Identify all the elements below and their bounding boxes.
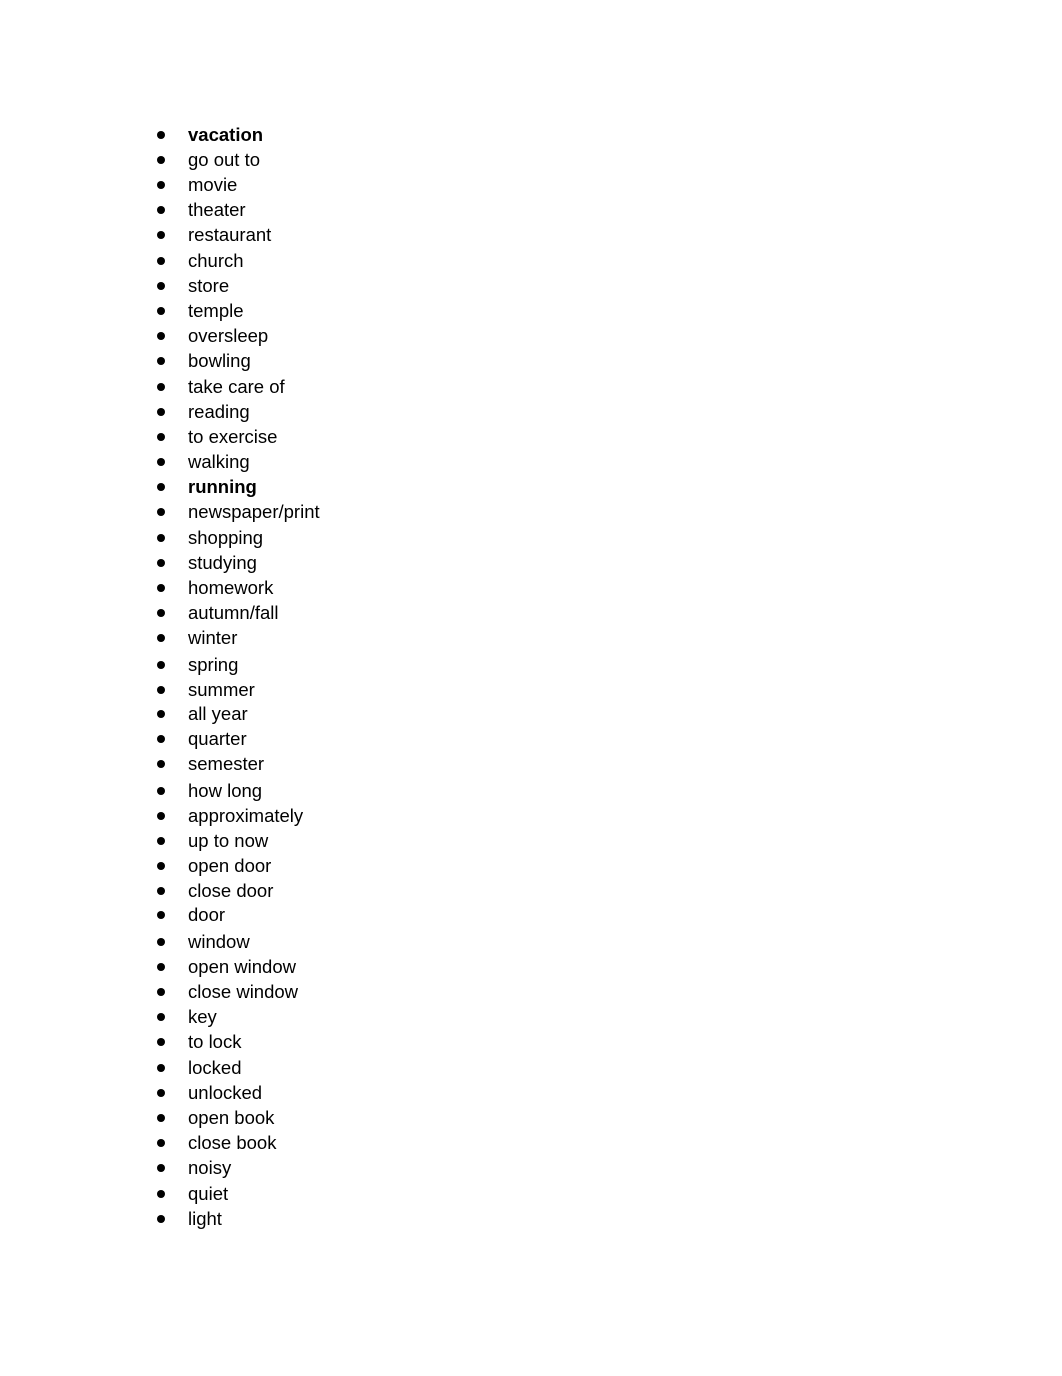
bullet-icon bbox=[157, 1089, 165, 1097]
list-item-text: vacation bbox=[188, 124, 264, 145]
list-item-text: semester bbox=[188, 753, 265, 774]
bullet-icon bbox=[157, 1139, 165, 1147]
bullet-icon bbox=[157, 1164, 165, 1172]
bullet-icon bbox=[157, 787, 165, 795]
bullet-icon bbox=[157, 458, 165, 466]
list-item-text: open window bbox=[188, 956, 296, 977]
list-item-text: spring bbox=[188, 654, 239, 675]
list-item-text: reading bbox=[188, 401, 250, 422]
list-item-text: store bbox=[188, 275, 230, 296]
bullet-icon bbox=[157, 332, 165, 340]
bullet-icon bbox=[157, 508, 165, 516]
list-item-text: quiet bbox=[188, 1183, 229, 1204]
bullet-icon bbox=[157, 963, 165, 971]
list-item-text: how long bbox=[188, 780, 263, 801]
list-item-text: summer bbox=[188, 679, 255, 700]
bullet-icon bbox=[157, 988, 165, 996]
list-item-text: running bbox=[188, 476, 257, 497]
bullet-icon bbox=[157, 433, 165, 441]
list-item-text: oversleep bbox=[188, 325, 269, 346]
list-item-text: close door bbox=[188, 880, 274, 901]
bullet-icon bbox=[157, 634, 165, 642]
list-item-text: unlocked bbox=[188, 1082, 263, 1103]
list-item-text: winter bbox=[188, 627, 238, 648]
bullet-icon bbox=[157, 735, 165, 743]
list-item-text: close book bbox=[188, 1132, 277, 1153]
list-item-text: homework bbox=[188, 577, 274, 598]
bullet-icon bbox=[157, 686, 165, 694]
list-item-text: open door bbox=[188, 855, 272, 876]
bullet-icon bbox=[157, 1190, 165, 1198]
list-item-text: quarter bbox=[188, 728, 247, 749]
list-item-text: take care of bbox=[188, 376, 285, 397]
bullet-icon bbox=[157, 131, 165, 139]
bullet-icon bbox=[157, 282, 165, 290]
bullet-icon bbox=[157, 231, 165, 239]
list-item-text: shopping bbox=[188, 527, 264, 548]
list-item-text: church bbox=[188, 250, 244, 271]
bullet-icon bbox=[157, 1013, 165, 1021]
bullet-icon bbox=[157, 887, 165, 895]
bullet-icon bbox=[157, 1038, 165, 1046]
bullet-icon bbox=[157, 181, 165, 189]
document-page: vacation go out to movie theater restaurant c… bbox=[0, 0, 1062, 1376]
bullet-icon bbox=[157, 534, 165, 542]
bullet-icon bbox=[157, 1114, 165, 1122]
list-item-text: studying bbox=[188, 552, 257, 573]
bullet-icon bbox=[157, 760, 165, 768]
list-item-text: key bbox=[188, 1006, 217, 1027]
list-item-text: movie bbox=[188, 174, 238, 195]
bullet-icon bbox=[157, 408, 165, 416]
list-item-text: light bbox=[188, 1208, 222, 1229]
list-item-text: locked bbox=[188, 1057, 242, 1078]
bullet-icon bbox=[157, 1064, 165, 1072]
bullet-icon bbox=[157, 559, 165, 567]
list-item-text: approximately bbox=[188, 805, 304, 826]
bullet-icon bbox=[157, 661, 165, 669]
bullet-icon bbox=[157, 1215, 165, 1223]
list-item-text: up to now bbox=[188, 830, 269, 851]
list-item-text: all year bbox=[188, 703, 248, 724]
list-item-text: newspaper/print bbox=[188, 501, 320, 522]
list-item-text: theater bbox=[188, 199, 246, 220]
list-item-text: go out to bbox=[188, 149, 261, 170]
bullet-icon bbox=[157, 257, 165, 265]
bullet-icon bbox=[157, 483, 165, 491]
bullet-icon bbox=[157, 911, 165, 919]
bullet-icon bbox=[157, 609, 165, 617]
list-item-text: window bbox=[188, 931, 250, 952]
bullet-icon bbox=[157, 837, 165, 845]
bullet-icon bbox=[157, 156, 165, 164]
list-item-text: close window bbox=[188, 981, 299, 1002]
bullet-icon bbox=[157, 938, 165, 946]
list-item-text: restaurant bbox=[188, 224, 272, 245]
list-item-text: bowling bbox=[188, 350, 251, 371]
bullet-icon bbox=[157, 812, 165, 820]
bullet-icon bbox=[157, 710, 165, 718]
bullet-icon bbox=[157, 357, 165, 365]
list-item-text: autumn/fall bbox=[188, 602, 279, 623]
list-item-text: to lock bbox=[188, 1031, 242, 1052]
bullet-icon bbox=[157, 206, 165, 214]
bullet-icon bbox=[157, 383, 165, 391]
list-item-text: temple bbox=[188, 300, 244, 321]
list-item-text: open book bbox=[188, 1107, 275, 1128]
list-item-text: walking bbox=[188, 451, 250, 472]
list-item-text: noisy bbox=[188, 1157, 232, 1178]
bullet-icon bbox=[157, 584, 165, 592]
bullet-icon bbox=[157, 307, 165, 315]
list-item-text: door bbox=[188, 904, 226, 925]
bullet-icon bbox=[157, 862, 165, 870]
list-item-text: to exercise bbox=[188, 426, 278, 447]
